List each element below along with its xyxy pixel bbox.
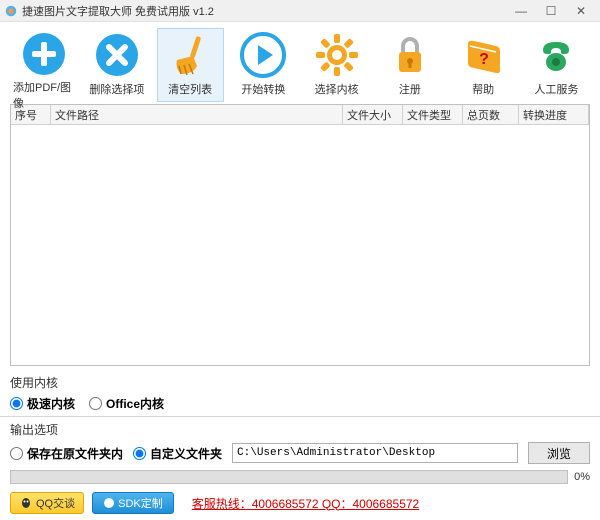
- maximize-button[interactable]: ☐: [536, 1, 566, 21]
- plus-icon: [21, 31, 67, 77]
- gear-icon: [314, 32, 360, 78]
- titlebar: 捷速图片文字提取大师 免费试用版 v1.2 — ☐ ✕: [0, 0, 600, 22]
- file-table: 序号 文件路径 文件大小 文件类型 总页数 转换进度: [10, 104, 590, 366]
- toolbar-label: 清空列表: [168, 81, 212, 97]
- col-prog[interactable]: 转换进度: [519, 105, 589, 124]
- radio-label: 极速内核: [27, 395, 75, 412]
- toolbar-label: 帮助: [472, 81, 494, 97]
- table-header: 序号 文件路径 文件大小 文件类型 总页数 转换进度: [11, 105, 589, 125]
- kernel-options: 极速内核 Office内核: [0, 393, 600, 417]
- delete-selected-button[interactable]: 删除选择项: [83, 28, 150, 102]
- broom-icon: [167, 32, 213, 78]
- toolbar-label: 注册: [399, 81, 421, 97]
- help-book-icon: ?: [460, 32, 506, 78]
- add-pdf-image-button[interactable]: 添加PDF/图像: [10, 28, 77, 102]
- col-pages[interactable]: 总页数: [463, 105, 519, 124]
- toolbar-label: 选择内核: [315, 81, 359, 97]
- progress-percent: 0%: [574, 471, 590, 483]
- start-convert-button[interactable]: 开始转换: [230, 28, 297, 102]
- custom-folder-radio[interactable]: 自定义文件夹: [133, 445, 222, 462]
- hotline-link[interactable]: 客服热线：4006685572 QQ：4006685572: [192, 495, 419, 512]
- app-icon: [4, 4, 18, 18]
- toolbar: 添加PDF/图像 删除选择项 清空列表 开始转换 选择内核 注册 ? 帮助 人工…: [0, 22, 600, 102]
- window-title: 捷速图片文字提取大师 免费试用版 v1.2: [22, 3, 506, 19]
- toolbar-label: 开始转换: [241, 81, 285, 97]
- toolbar-label: 人工服务: [534, 81, 578, 97]
- close-button[interactable]: ✕: [566, 1, 596, 21]
- sdk-label: SDK定制: [118, 495, 163, 511]
- kernel-section-label: 使用内核: [0, 372, 600, 393]
- progress-bar: [10, 470, 568, 484]
- output-path-input[interactable]: [232, 443, 518, 463]
- radio-label: Office内核: [106, 395, 164, 412]
- customer-service-button[interactable]: 人工服务: [523, 28, 590, 102]
- sdk-icon: [103, 497, 115, 509]
- minimize-button[interactable]: —: [506, 1, 536, 21]
- select-kernel-button[interactable]: 选择内核: [303, 28, 370, 102]
- clear-list-button[interactable]: 清空列表: [157, 28, 224, 102]
- register-button[interactable]: 注册: [376, 28, 443, 102]
- progress-row: 0%: [0, 468, 600, 486]
- kernel-office-radio[interactable]: Office内核: [89, 395, 164, 412]
- footer: QQ交谈 SDK定制 客服热线：4006685572 QQ：4006685572: [0, 486, 600, 520]
- x-icon: [94, 32, 140, 78]
- lock-icon: [387, 32, 433, 78]
- col-type[interactable]: 文件类型: [403, 105, 463, 124]
- svg-text:?: ?: [479, 51, 489, 68]
- output-section-label: 输出选项: [0, 419, 600, 440]
- col-sn[interactable]: 序号: [11, 105, 51, 124]
- radio-label: 保存在原文件夹内: [27, 445, 123, 462]
- output-options: 保存在原文件夹内 自定义文件夹 浏览: [0, 440, 600, 468]
- radio-label: 自定义文件夹: [150, 445, 222, 462]
- col-path[interactable]: 文件路径: [51, 105, 343, 124]
- window-controls: — ☐ ✕: [506, 1, 596, 21]
- phone-icon: [533, 32, 579, 78]
- kernel-fast-radio[interactable]: 极速内核: [10, 395, 75, 412]
- play-icon: [240, 32, 286, 78]
- col-size[interactable]: 文件大小: [343, 105, 403, 124]
- help-button[interactable]: ? 帮助: [450, 28, 517, 102]
- save-original-radio[interactable]: 保存在原文件夹内: [10, 445, 123, 462]
- browse-button[interactable]: 浏览: [528, 442, 590, 464]
- toolbar-label: 删除选择项: [89, 81, 144, 97]
- qq-label: QQ交谈: [36, 495, 75, 511]
- qq-icon: [19, 496, 33, 510]
